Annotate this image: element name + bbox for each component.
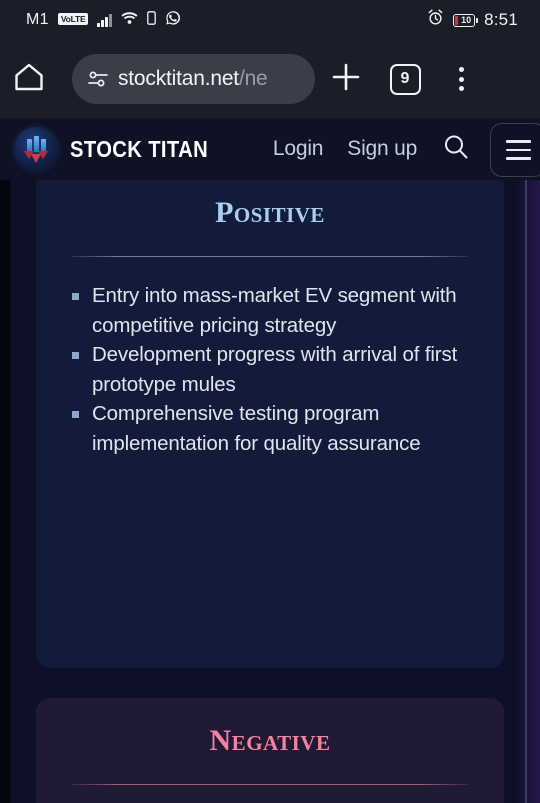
clock-label: 8:51: [484, 10, 518, 29]
hamburger-menu-icon: [505, 140, 531, 143]
three-dot-menu-icon: [458, 67, 464, 73]
three-dot-menu-icon-dot2: [458, 76, 464, 82]
negative-section-title: Negative: [209, 724, 331, 757]
positive-divider: [72, 256, 468, 257]
negative-divider: [72, 784, 468, 785]
brand-name[interactable]: STOCK TITAN: [70, 136, 208, 163]
tab-count-badge: 9: [389, 63, 421, 95]
three-dot-menu-icon-dot3: [458, 85, 464, 91]
battery-percent-label: 10: [461, 15, 472, 25]
hamburger-line-3: [505, 157, 531, 160]
list-item: Entry into mass-market EV segment with c…: [66, 281, 476, 340]
tab-switcher-button[interactable]: 9: [377, 63, 433, 95]
browser-overflow-menu-button[interactable]: [433, 65, 489, 93]
login-link[interactable]: Login: [273, 137, 324, 161]
address-bar[interactable]: stocktitan.net/ne: [72, 54, 315, 104]
search-icon: [441, 132, 471, 167]
url-domain: stocktitan.net: [118, 67, 239, 90]
list-item: Comprehensive testing program implementa…: [66, 399, 476, 458]
carrier-label: M1: [26, 11, 49, 28]
plus-icon: [330, 61, 362, 98]
status-bar-left-group: M1 VoLTE: [26, 10, 181, 31]
wifi-icon: [121, 11, 138, 30]
signal-bars-icon: [97, 13, 112, 27]
home-button[interactable]: [0, 60, 58, 99]
search-button[interactable]: [441, 132, 471, 167]
page-content: Positive Entry into mass-market EV segme…: [0, 180, 540, 803]
hamburger-menu-button[interactable]: [490, 123, 540, 177]
battery-icon: 10: [453, 13, 479, 27]
hamburger-line-2: [505, 148, 531, 152]
list-item: Development progress with arrival of fir…: [66, 340, 476, 399]
positive-card: Positive Entry into mass-market EV segme…: [36, 180, 504, 668]
site-header: STOCK TITAN Login Sign up: [0, 118, 540, 180]
alarm-clock-icon: [427, 9, 444, 31]
status-bar-right-group: 10 8:51: [427, 9, 518, 31]
url-text: stocktitan.net/ne: [118, 67, 268, 91]
site-settings-icon[interactable]: [86, 69, 112, 89]
url-path: /ne: [238, 67, 268, 90]
stock-titan-logo-icon[interactable]: [14, 127, 58, 171]
new-tab-button[interactable]: [315, 61, 377, 98]
home-icon: [12, 60, 46, 99]
sim-card-icon: [147, 10, 156, 30]
positive-section-title: Positive: [215, 196, 325, 229]
browser-toolbar: stocktitan.net/ne 9: [0, 40, 540, 118]
signup-link[interactable]: Sign up: [347, 137, 417, 161]
volte-badge: VoLTE: [57, 12, 89, 26]
page-scrollbar[interactable]: [525, 180, 527, 803]
whatsapp-icon: [165, 10, 181, 31]
positive-points-list: Entry into mass-market EV segment with c…: [66, 281, 476, 458]
negative-card: Negative Products still in early develop…: [36, 698, 504, 803]
android-status-bar: M1 VoLTE 10 8:51: [0, 0, 540, 40]
